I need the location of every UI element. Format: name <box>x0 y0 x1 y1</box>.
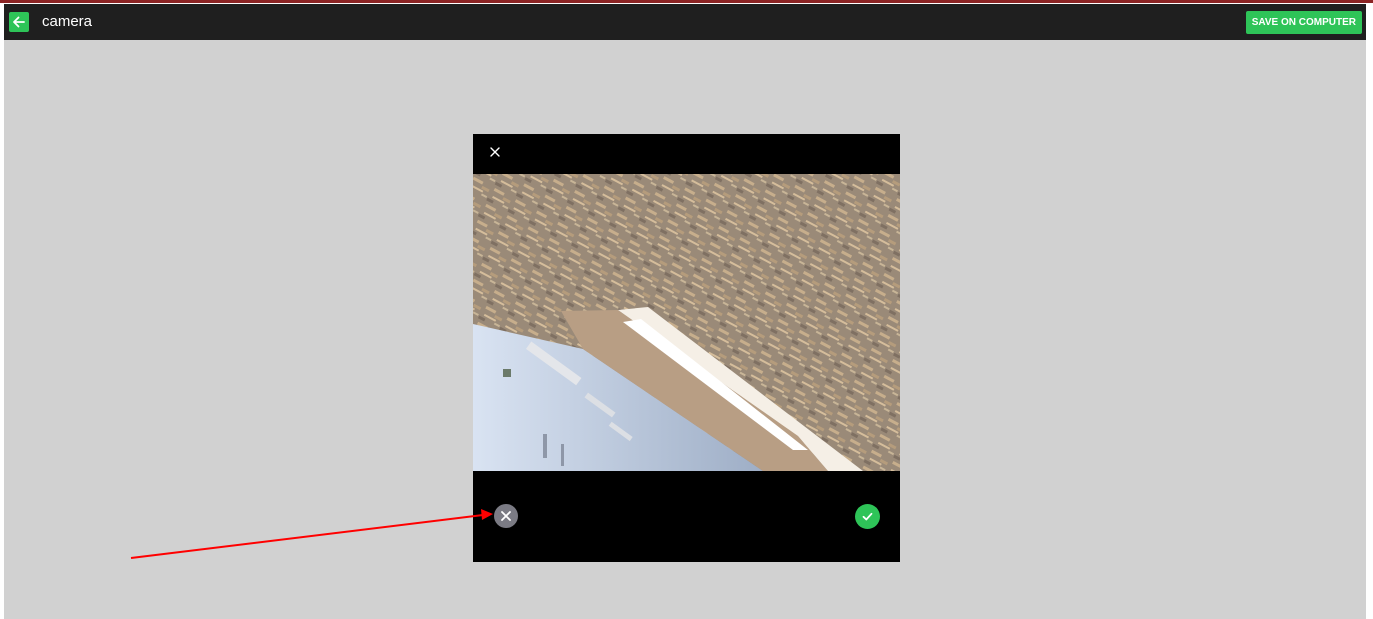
close-circle-icon <box>501 511 511 521</box>
arrow-left-icon <box>13 16 25 28</box>
dialog-close-button[interactable] <box>485 142 505 162</box>
back-button[interactable] <box>9 12 29 32</box>
save-on-computer-button[interactable]: SAVE ON COMPUTER <box>1245 11 1362 34</box>
retake-button[interactable] <box>494 504 518 528</box>
close-icon <box>490 147 500 157</box>
check-circle-icon <box>862 512 873 521</box>
app-title: camera <box>42 13 93 30</box>
app-bar: camera SAVE ON COMPUTER <box>4 4 1366 40</box>
confirm-button[interactable] <box>855 504 880 529</box>
camera-dialog <box>473 134 900 562</box>
app-window: camera SAVE ON COMPUTER <box>4 4 1366 619</box>
top-accent-line <box>0 0 1373 3</box>
camera-photo <box>473 174 900 471</box>
